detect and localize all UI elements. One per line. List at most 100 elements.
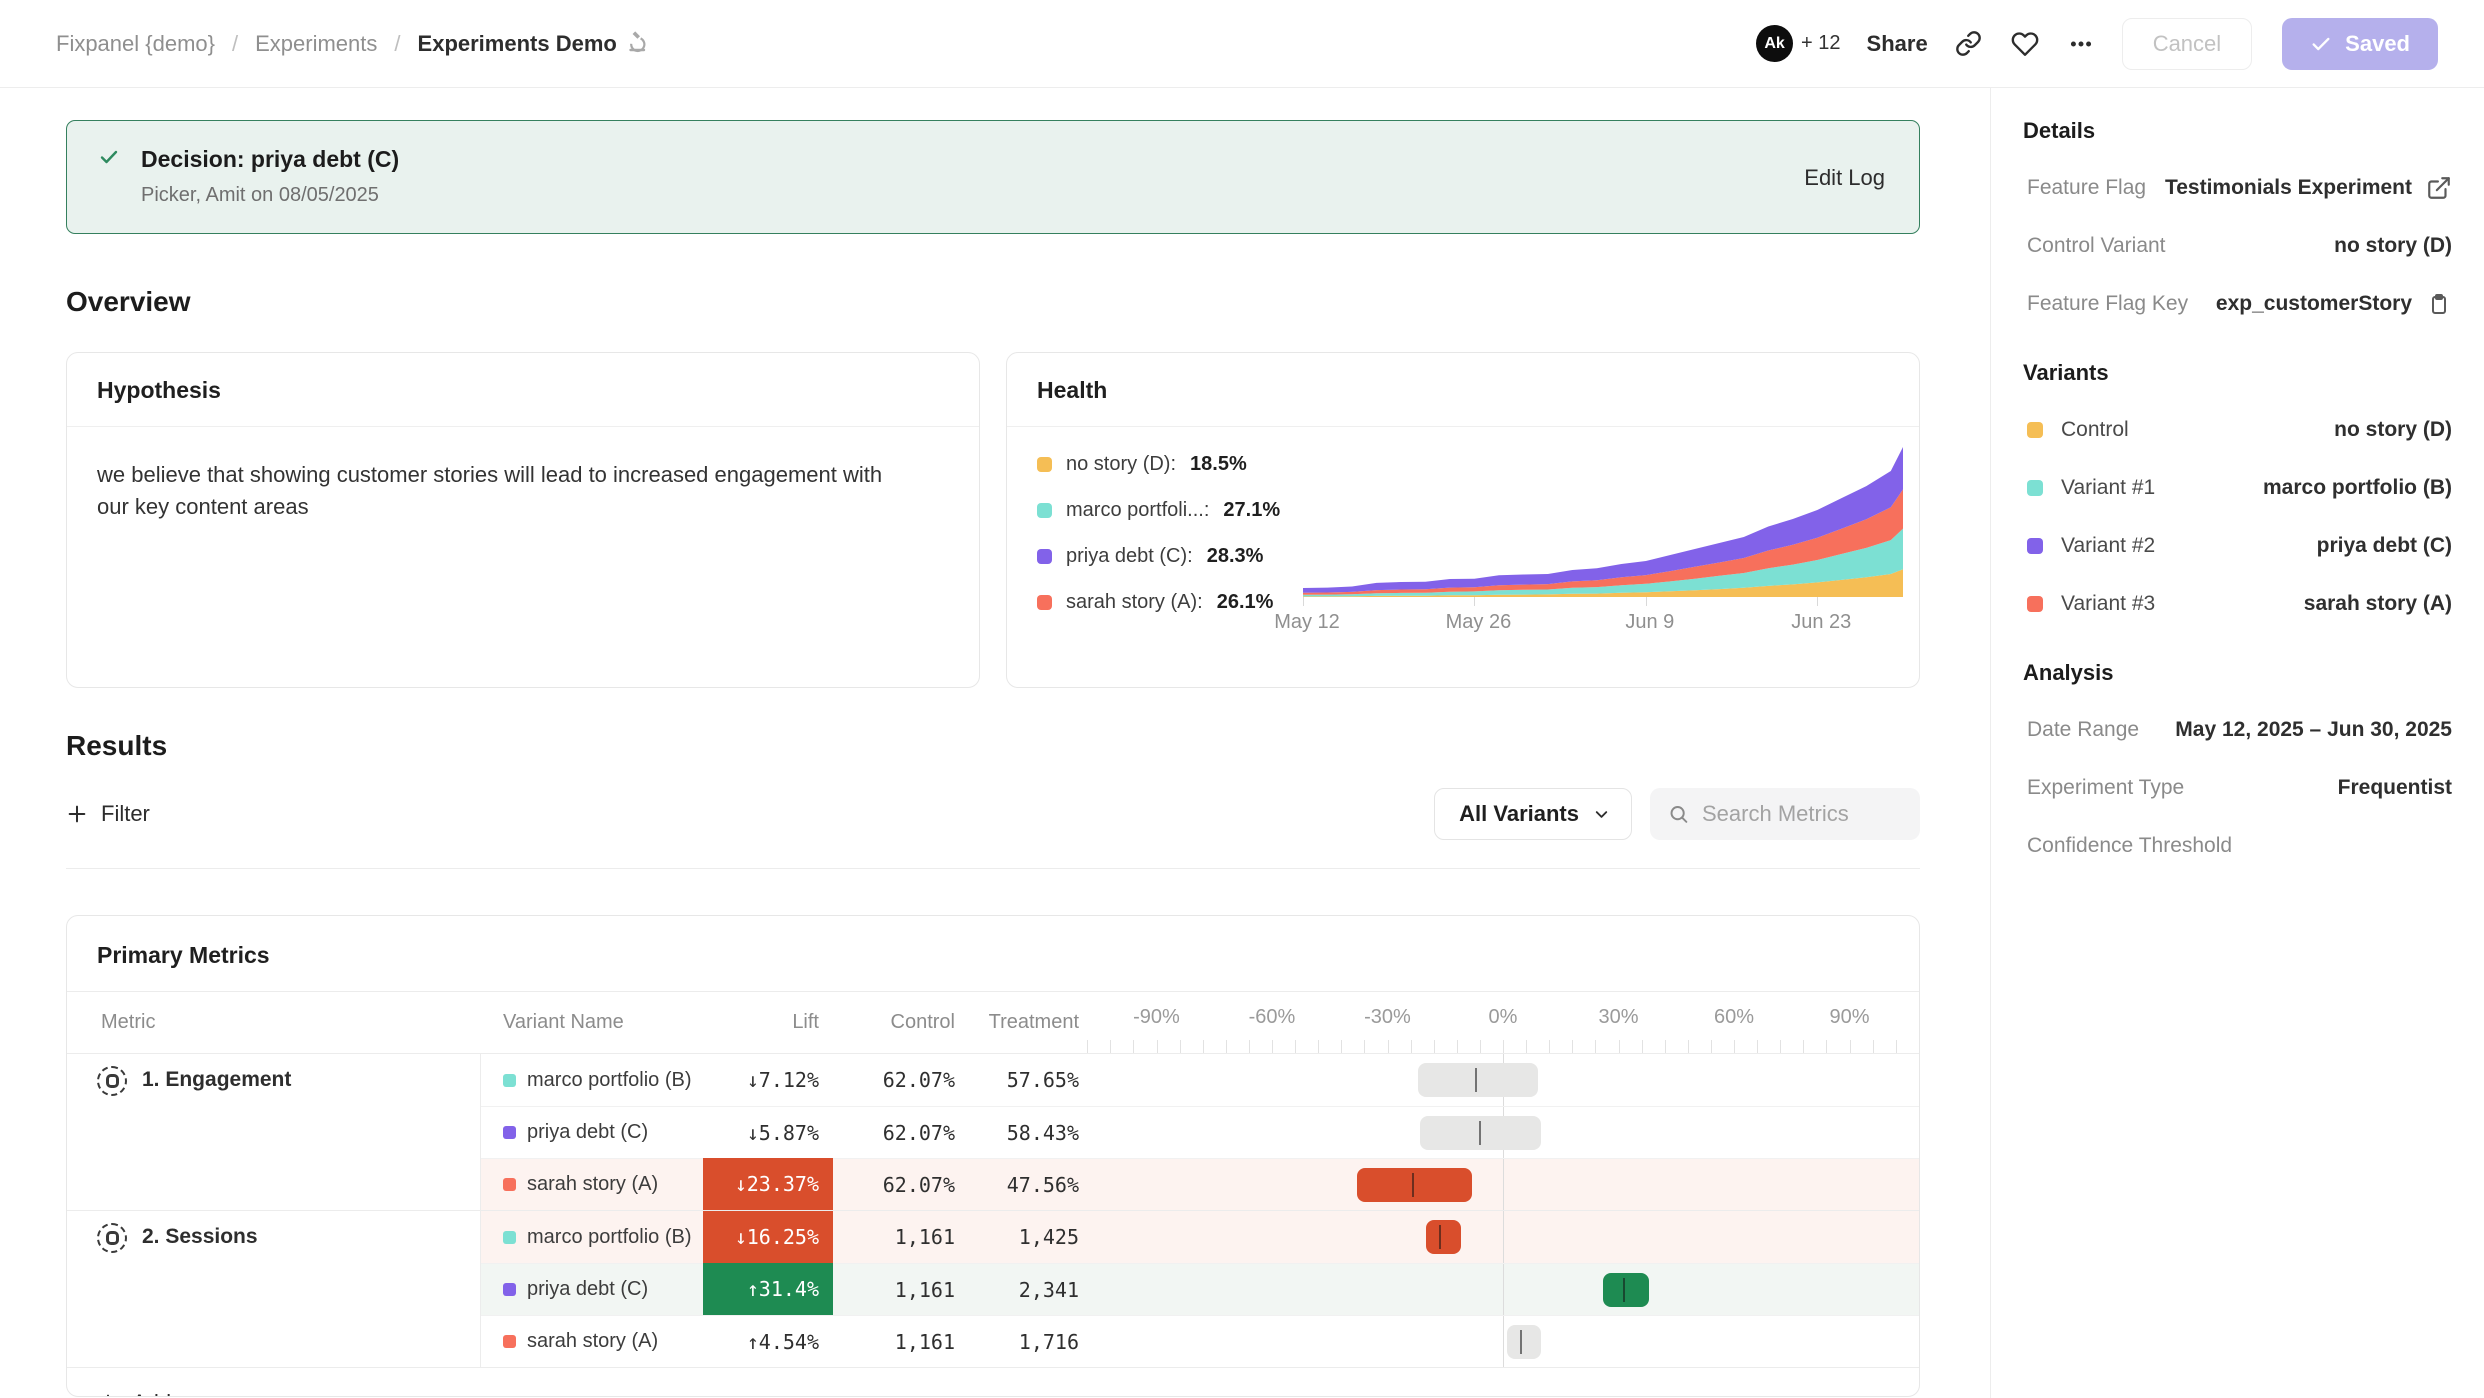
all-variants-dropdown[interactable]: All Variants [1434,788,1632,840]
saved-button[interactable]: Saved [2282,18,2438,70]
ci-axis-tick [1734,1040,1735,1053]
metric-cell[interactable]: 2. Sessions [67,1211,481,1367]
breadcrumb-separator: / [232,31,238,57]
zero-baseline [1503,1316,1504,1367]
detail-value: exp_customerStory [2216,291,2452,317]
cancel-button[interactable]: Cancel [2122,18,2252,70]
ci-axis-tick [1619,1040,1620,1053]
breadcrumb: Fixpanel {demo} / Experiments / Experime… [56,29,651,59]
legend-label: marco portfoli...: [1066,499,1209,522]
confidence-interval-bar [1357,1168,1473,1202]
variant-name: sarah story (A) [527,1173,658,1196]
ci-axis-label: 60% [1714,1006,1754,1029]
treatment-value-cell: 47.56% [959,1158,1083,1210]
treatment-value-cell: 1,425 [959,1211,1083,1263]
analysis-heading: Analysis [2023,660,2452,686]
variant-slot: Variant #1 [2027,476,2155,500]
variant-color-swatch [1037,457,1052,472]
ci-axis-tick [1757,1040,1758,1053]
metric-cell[interactable]: 1. Engagement [67,1054,481,1210]
lift-value-cell: ↓16.25% [703,1211,833,1263]
variant-row: Variant #1 marco portfolio (B) [2023,474,2452,502]
health-card-title: Health [1007,353,1919,427]
legend-value: 26.1% [1217,591,1274,614]
avatar[interactable]: Ak [1756,25,1793,62]
health-legend-item: sarah story (A): 26.1% [1037,591,1280,614]
x-axis-label: Jun 23 [1791,611,1851,634]
detail-label: Feature Flag Key [2027,292,2188,316]
primary-metrics-title: Primary Metrics [67,916,1919,992]
variant-value: sarah story (A) [2304,592,2452,616]
breadcrumb-project[interactable]: Fixpanel {demo} [56,31,215,57]
ci-axis-tick [1549,1040,1550,1053]
add-filter-button[interactable]: Filter [66,801,150,827]
zero-baseline [1503,1211,1504,1263]
decision-subtitle: Picker, Amit on 08/05/2025 [141,184,1885,207]
zero-baseline [1503,1159,1504,1210]
lift-point-marker [1475,1068,1477,1092]
health-exposure-chart: May 12May 26Jun 9Jun 23 [1303,447,1903,597]
health-card: Health no story (D): 18.5%marco portfoli… [1006,352,1920,688]
edit-log-link[interactable]: Edit Log [1804,165,1885,191]
ci-axis-tick [1850,1040,1851,1053]
variant-color-swatch [1037,549,1052,564]
ci-axis-tick [1341,1040,1342,1053]
variant-value: marco portfolio (B) [2263,476,2452,500]
ci-axis-tick [1364,1040,1365,1053]
column-header-metric: Metric [67,992,481,1053]
copy-link-icon[interactable] [1954,29,1984,59]
ci-axis-tick [1411,1040,1412,1053]
ci-axis-tick [1087,1040,1088,1053]
variant-color-swatch [2027,422,2043,438]
confidence-interval-cell [1083,1106,1919,1158]
all-variants-label: All Variants [1459,801,1579,827]
detail-value: no story (D) [2334,234,2452,258]
ci-axis-label: 30% [1598,1006,1638,1029]
treatment-value-cell: 1,716 [959,1315,1083,1367]
chevron-down-icon [1592,805,1611,824]
lift-point-marker [1623,1278,1625,1302]
avatar-overflow-count[interactable]: + 12 [1801,32,1840,55]
variant-color-swatch [503,1178,516,1191]
detail-value-text: no story (D) [2334,234,2452,258]
detail-label: Feature Flag [2027,176,2146,200]
external-link-icon[interactable] [2426,175,2452,201]
detail-value[interactable]: Testimonials Experiment [2165,175,2452,201]
decision-title: Decision: priya debt (C) [141,146,399,173]
top-bar: Fixpanel {demo} / Experiments / Experime… [0,0,2484,88]
variant-name: marco portfolio (B) [527,1069,692,1092]
metrics-table-header: Metric Variant Name Lift Control Treatme… [67,992,1919,1054]
ci-axis-tick [1157,1040,1158,1053]
variant-color-swatch [503,1231,516,1244]
variant-row: Variant #3sarah story (A) [2023,590,2452,618]
variant-value: priya debt (C) [2317,534,2452,558]
detail-row: Control Variantno story (D) [2023,232,2452,260]
confidence-interval-cell [1083,1263,1919,1315]
add-metric-button[interactable]: Add [67,1368,1919,1397]
analysis-label: Experiment Type [2027,776,2184,800]
legend-value: 18.5% [1190,453,1247,476]
topbar-actions: Ak + 12 Share Cancel Saved [1756,18,2438,70]
metric-section: 1. Engagementmarco portfolio (B)↓7.12%62… [67,1054,1919,1211]
search-metrics-input[interactable] [1702,801,1902,827]
clipboard-icon[interactable] [2426,291,2452,317]
column-header-control: Control [833,992,959,1053]
results-heading: Results [66,730,1990,762]
more-options-icon[interactable] [2066,29,2096,59]
ci-axis-tick [1249,1040,1250,1053]
share-button[interactable]: Share [1867,31,1928,57]
variant-color-swatch [1037,503,1052,518]
favorite-heart-icon[interactable] [2010,29,2040,59]
add-metric-label: Add [132,1390,171,1397]
search-icon [1668,802,1689,826]
variant-name: priya debt (C) [527,1121,648,1144]
variant-name: marco portfolio (B) [527,1226,692,1249]
ci-axis-tick [1318,1040,1319,1053]
variant-color-swatch [1037,595,1052,610]
breadcrumb-experiments[interactable]: Experiments [255,31,377,57]
variant-slot: Control [2027,418,2129,442]
breadcrumb-current[interactable]: Experiments Demo [418,29,651,59]
analysis-row: Confidence Threshold [2023,832,2452,860]
variant-value: no story (D) [2334,418,2452,442]
variant-name-cell: marco portfolio (B) [481,1211,703,1263]
